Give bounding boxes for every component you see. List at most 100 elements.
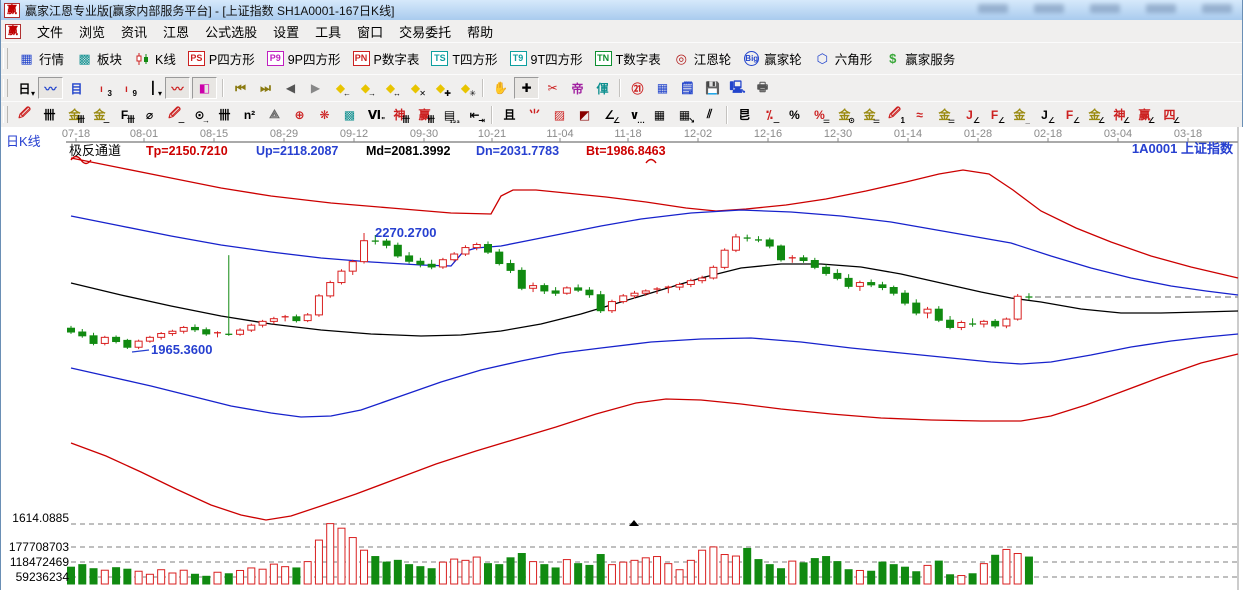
pc-print-icon[interactable]: 🖶 (751, 78, 774, 98)
toolbar-button-winner-service[interactable]: $赢家服务 (878, 47, 961, 71)
brush-icon[interactable]: 🖉 (13, 105, 36, 125)
toolbar-button-p-table[interactable]: PNP数字表 (347, 47, 426, 71)
toolbar-button-sectors[interactable]: ▩板块 (70, 47, 128, 71)
angle-tool-icon[interactable]: ⟁ (263, 105, 286, 125)
jump-start-icon[interactable]: ⏮ (229, 78, 252, 98)
wave-red-icon[interactable]: 〰 (165, 77, 190, 99)
percent-line-icon[interactable]: ⁒⚊ (758, 105, 781, 125)
arrow-measure-icon[interactable]: ⇤⇥ (463, 105, 486, 125)
pen-1-icon[interactable]: 🖉1 (883, 105, 906, 125)
diamond-left-icon[interactable]: ◆← (329, 78, 352, 98)
toolbar-button-gann-wheel[interactable]: ◎江恩轮 (667, 47, 738, 71)
toolbar-button-t-table[interactable]: TNT数字表 (589, 47, 667, 71)
crosshair-icon[interactable]: ✚ (514, 77, 539, 99)
angle-shen-icon[interactable]: 神∠ (1108, 105, 1131, 125)
angles-icon[interactable]: ∠∠ (598, 105, 621, 125)
angle-j2-icon[interactable]: J∠ (1033, 105, 1056, 125)
angle-f-icon[interactable]: F∠ (983, 105, 1006, 125)
circle-arrow-icon[interactable]: ⊙→ (188, 105, 211, 125)
menu-item-0[interactable]: 文件 (29, 22, 71, 41)
toolbar-button-hexagon[interactable]: ⬡六角形 (808, 47, 879, 71)
angle-f2-icon[interactable]: F∠ (1058, 105, 1081, 125)
period-day-icon[interactable]: 日▾ (13, 78, 36, 98)
note-icon[interactable]: 目 (65, 78, 88, 98)
toolbar-button-winner-wheel[interactable]: Big赢家轮 (737, 47, 808, 71)
star-web-icon[interactable]: ❋ (313, 105, 336, 125)
red-cross-circle-icon[interactable]: ⊕ (288, 105, 311, 125)
calculator-icon[interactable]: ▦ (651, 78, 674, 98)
chart-9-icon[interactable]: ₗ9 (115, 78, 138, 98)
n-squared-icon[interactable]: n² (238, 105, 261, 125)
diamond-right-icon[interactable]: ◆→ (354, 78, 377, 98)
candle-style-icon[interactable]: ⎥▾ (140, 78, 163, 98)
menu-item-6[interactable]: 工具 (307, 22, 349, 41)
menu-item-3[interactable]: 江恩 (155, 22, 197, 41)
menu-item-2[interactable]: 资讯 (113, 22, 155, 41)
step-left-icon[interactable]: ◀ (279, 78, 302, 98)
histogram-icon[interactable]: ◧ (192, 77, 217, 99)
angle-cut-icon[interactable]: ✂ (541, 78, 564, 98)
save-screen-icon[interactable]: 💾 (701, 78, 724, 98)
percent-eq-icon[interactable]: %⚌ (808, 105, 831, 125)
menu-item-1[interactable]: 浏览 (71, 22, 113, 41)
menu-item-7[interactable]: 窗口 (349, 22, 391, 41)
diamond-star-icon[interactable]: ◆✳ (454, 78, 477, 98)
chart-canvas[interactable]: 07-1808-0108-1508-2909-1209-3010-2111-04… (1, 127, 1243, 590)
menu-item-5[interactable]: 设置 (265, 22, 307, 41)
price-ruler-icon[interactable]: 㫐 (733, 105, 756, 125)
fan-red-icon[interactable]: ⺌ (523, 105, 546, 125)
wave-red2-icon[interactable]: ≈ (908, 105, 931, 125)
chart-area[interactable]: 07-1808-0108-1508-2909-1209-3010-2111-04… (1, 127, 1243, 590)
toolbar-button-9p-square[interactable]: P99P四方形 (261, 47, 347, 71)
angle-four-icon[interactable]: 四∠ (1158, 105, 1181, 125)
pen-ruler-icon[interactable]: 🖉⚊ (163, 105, 186, 125)
menu-item-8[interactable]: 交易委托 (391, 22, 459, 41)
toolbar-button-kline[interactable]: K线 (128, 47, 182, 71)
menu-item-9[interactable]: 帮助 (459, 22, 501, 41)
gold-circle-icon[interactable]: 金⊙ (833, 105, 856, 125)
angle-j-icon[interactable]: J∠ (958, 105, 981, 125)
toolbar-button-quotes[interactable]: ▦行情 (12, 47, 70, 71)
ruler-lines-icon[interactable]: 卌 (38, 105, 61, 125)
wave-blue-icon[interactable]: 〰 (38, 77, 63, 99)
spiral-icon[interactable]: ⌀ (138, 105, 161, 125)
notes-icon[interactable]: 🗒 (676, 78, 699, 98)
k-marks-icon[interactable]: Ⅵ" (363, 105, 386, 125)
angle-ying-icon[interactable]: 赢∠ (1133, 105, 1156, 125)
menu-item-4[interactable]: 公式选股 (197, 22, 265, 41)
ying-lines-icon[interactable]: 赢卌 (413, 105, 436, 125)
grid-icon[interactable]: ▦ (648, 105, 671, 125)
step-right-icon[interactable]: ▶ (304, 78, 327, 98)
diamond-h-icon[interactable]: ◆↔ (379, 78, 402, 98)
diamond-x-icon[interactable]: ◆✕ (404, 78, 427, 98)
toolbar-button-9t-square[interactable]: T99T四方形 (504, 47, 589, 71)
gold-underline-icon[interactable]: 金_ (1008, 105, 1031, 125)
grid-arrow-icon[interactable]: ▦↘ (673, 105, 696, 125)
gold-lines-1-icon[interactable]: 金卌 (63, 105, 86, 125)
shen-lines-icon[interactable]: 神卌 (388, 105, 411, 125)
calendar-21-icon[interactable]: ㉑ (626, 78, 649, 98)
percent-icon[interactable]: % (783, 105, 806, 125)
diamond-plus-icon[interactable]: ◆✚ (429, 78, 452, 98)
box-tool-icon[interactable]: 且 (498, 105, 521, 125)
hand-icon[interactable]: ✋ (489, 78, 512, 98)
web-box-icon[interactable]: ▩ (338, 105, 361, 125)
gold-bars-icon[interactable]: 金⚌ (858, 105, 881, 125)
angle-gold-icon[interactable]: 金∠ (1083, 105, 1106, 125)
chart-3-icon[interactable]: ₗ3 (90, 78, 113, 98)
pc-globe-icon[interactable]: 🖳 (726, 78, 749, 98)
fan-grid-icon[interactable]: ▨ (548, 105, 571, 125)
parallel-icon[interactable]: ⫽ (698, 105, 721, 125)
fan-box-icon[interactable]: ◩ (573, 105, 596, 125)
jump-end-icon[interactable]: ⏭ (254, 78, 277, 98)
toolbar-button-t-square[interactable]: TST四方形 (425, 47, 503, 71)
gold-lines-2-icon[interactable]: 金⚊ (88, 105, 111, 125)
ruler-123-icon[interactable]: ▤₁₂₃ (438, 105, 461, 125)
f-lines-icon[interactable]: F卌 (113, 105, 136, 125)
ruler-2-icon[interactable]: 卌 (213, 105, 236, 125)
v-dots-icon[interactable]: ∨… (623, 105, 646, 125)
curve-teal-icon[interactable]: 㑮 (591, 78, 614, 98)
gann-purple-icon[interactable]: 帝 (566, 78, 589, 98)
toolbar-button-p-square[interactable]: PSP四方形 (182, 47, 261, 71)
gold-red-icon[interactable]: 金⚌ (933, 105, 956, 125)
